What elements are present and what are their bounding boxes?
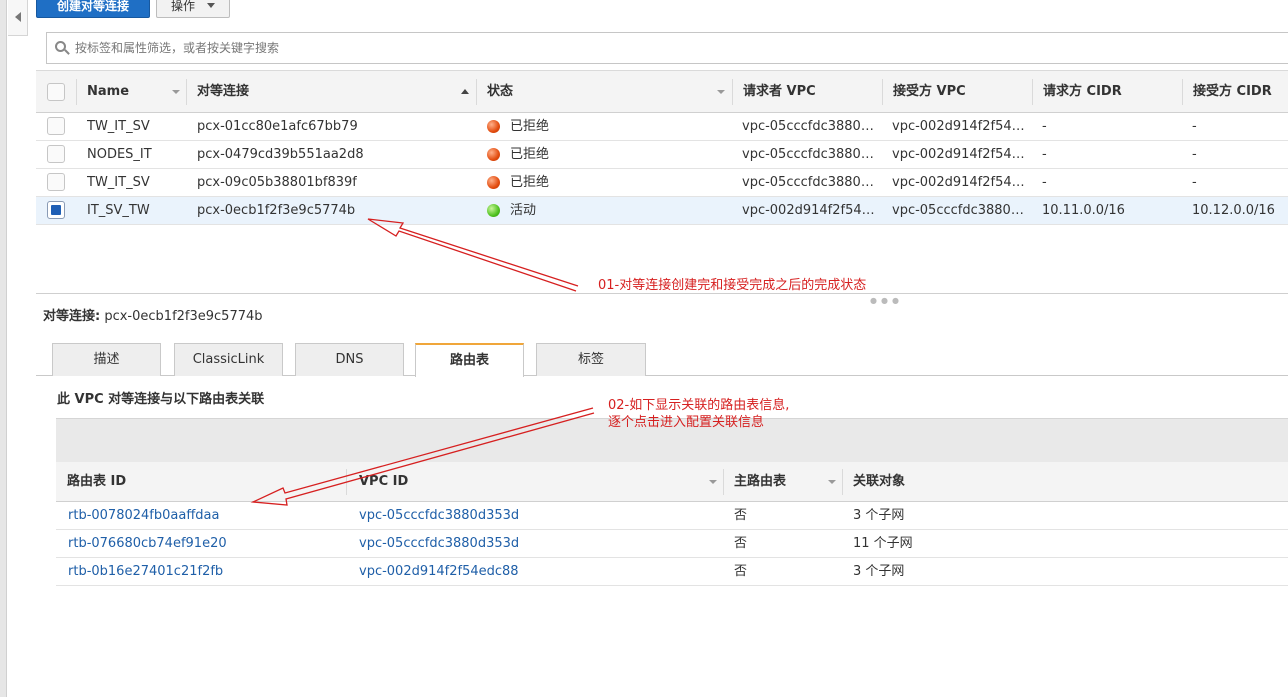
annotation-arrows [250, 218, 595, 506]
annotation-arrow-1 [367, 218, 579, 292]
annotation-note-2-line-1: 02-如下显示关联的路由表信息, [608, 398, 790, 413]
annotation-note-1: 01-对等连接创建完和接受完成之后的完成状态 [598, 278, 867, 293]
annotation-note-2-line-2: 逐个点击进入配置关联信息 [608, 415, 765, 430]
annotation-arrow-2 [250, 407, 595, 506]
